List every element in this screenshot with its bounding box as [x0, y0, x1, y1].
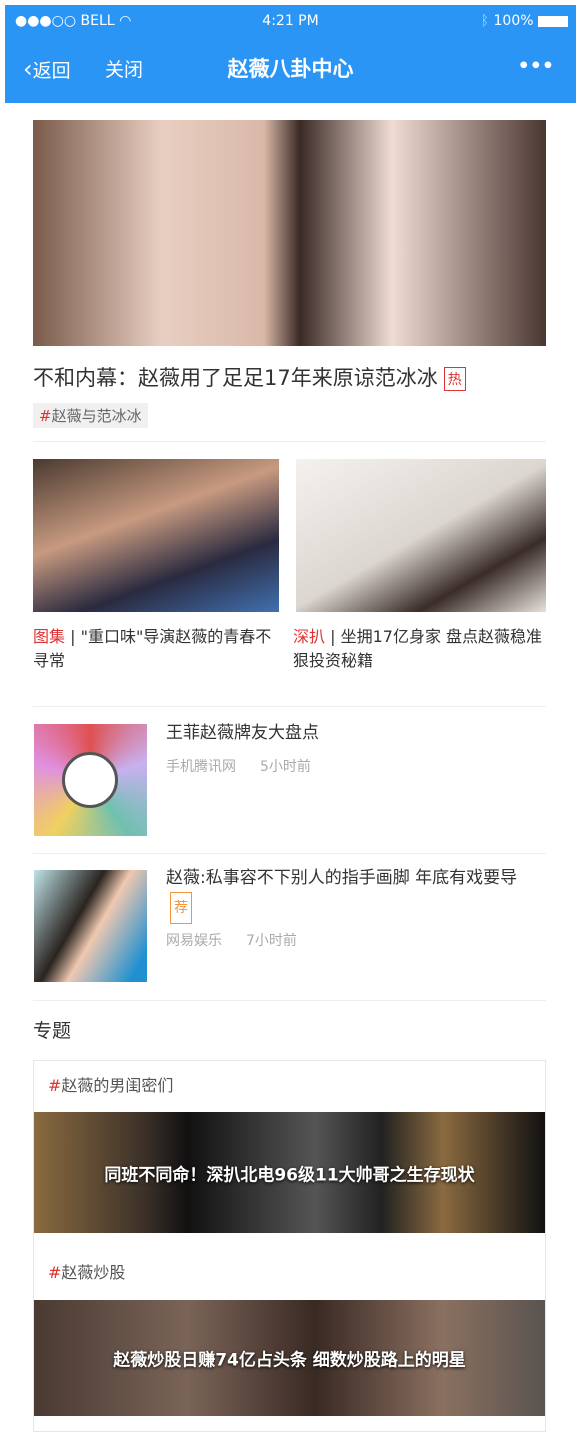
list-item-meta: 网易娱乐 7小时前: [166, 930, 297, 950]
grid-image[interactable]: [33, 459, 279, 612]
hero-tag[interactable]: #赵薇与范冰冰: [33, 403, 148, 428]
battery-status: ᛒ 100%: [481, 13, 568, 29]
tag-label: 赵薇的男闺密们: [61, 1076, 174, 1095]
list-item-title[interactable]: 王菲赵薇牌友大盘点: [166, 719, 319, 747]
category: 图集: [33, 627, 66, 646]
battery-percent: 100%: [493, 13, 534, 29]
divider: [33, 1000, 546, 1001]
grid-caption[interactable]: 深扒 | 坐拥17亿身家 盘点赵薇稳准狠投资秘籍: [293, 625, 543, 673]
grid-image[interactable]: [296, 459, 546, 612]
topic-banner[interactable]: 同班不同命！深扒北电96级11大帅哥之生存现状: [34, 1112, 545, 1233]
topics-card: #赵薇的男闺密们 同班不同命！深扒北电96级11大帅哥之生存现状 #赵薇炒股 赵…: [33, 1060, 546, 1432]
hash: #: [48, 1076, 62, 1095]
hero-image[interactable]: [33, 120, 546, 346]
separator: |: [325, 627, 341, 646]
hero-title: 不和内幕：赵薇用了足足17年来原谅范冰冰: [33, 366, 438, 390]
divider: [33, 853, 546, 854]
topic-tag[interactable]: #赵薇炒股: [48, 1259, 125, 1283]
page-title: 赵薇八卦中心: [227, 57, 354, 81]
title-text: 赵薇:私事容不下别人的指手画脚 年底有戏要导: [166, 868, 518, 888]
banner-title: 同班不同命！深扒北电96级11大帅哥之生存现状: [104, 1165, 475, 1185]
bluetooth-icon: ᛒ: [480, 13, 490, 29]
list-item-title[interactable]: 赵薇:私事容不下别人的指手画脚 年底有戏要导荐: [166, 864, 541, 924]
source: 网易娱乐: [166, 933, 222, 949]
recommend-badge: 荐: [170, 892, 192, 924]
divider: [33, 706, 546, 707]
divider: [33, 441, 546, 442]
list-item-meta: 手机腾讯网 5小时前: [166, 756, 311, 776]
list-thumbnail[interactable]: [34, 724, 147, 836]
hash: #: [48, 1263, 62, 1282]
tag-label: 赵薇与范冰冰: [51, 407, 142, 425]
list-thumbnail[interactable]: [34, 870, 147, 982]
topic-banner[interactable]: 赵薇炒股日赚74亿占头条 细数炒股路上的明星: [34, 1300, 545, 1416]
time: 5小时前: [260, 759, 311, 775]
hero-headline[interactable]: 不和内幕：赵薇用了足足17年来原谅范冰冰热: [33, 362, 466, 392]
hash: #: [39, 407, 52, 425]
topic-tag[interactable]: #赵薇的男闺密们: [48, 1072, 173, 1096]
separator: |: [65, 627, 81, 646]
battery-icon: [538, 15, 568, 27]
hot-badge: 热: [443, 367, 466, 391]
section-heading: 专题: [33, 1020, 72, 1042]
time: 7小时前: [246, 933, 297, 949]
source: 手机腾讯网: [166, 759, 236, 775]
nav-bar: ●●●○○ BELL ◠ 4:21 PM ᛒ 100% ‹返回 关闭 赵薇八卦中…: [5, 5, 576, 103]
more-icon[interactable]: •••: [518, 55, 554, 77]
category: 深扒: [293, 627, 326, 646]
banner-title: 赵薇炒股日赚74亿占头条 细数炒股路上的明星: [113, 1350, 466, 1371]
grid-caption[interactable]: 图集 | "重口味"导演赵薇的青春不寻常: [33, 625, 279, 673]
tag-label: 赵薇炒股: [61, 1263, 126, 1282]
